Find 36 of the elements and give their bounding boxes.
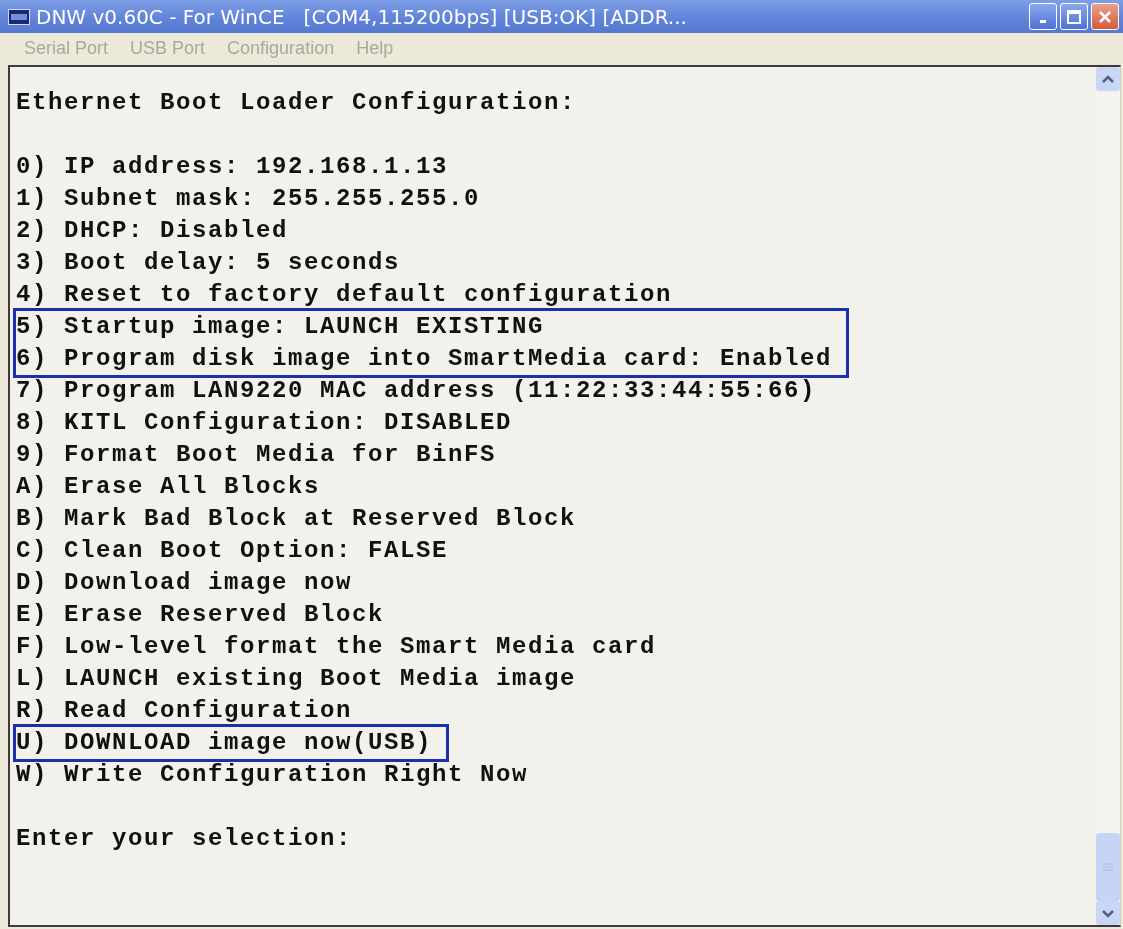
terminal-line: D) Download image now (16, 568, 353, 598)
chevron-up-icon (1101, 74, 1115, 84)
scroll-up-button[interactable] (1096, 67, 1120, 91)
terminal-line: 2) DHCP: Disabled (16, 216, 289, 246)
chevron-down-icon (1101, 908, 1115, 918)
scrollbar[interactable] (1096, 67, 1120, 925)
terminal-line: 4) Reset to factory default configuration (16, 280, 673, 310)
close-icon (1097, 8, 1113, 25)
terminal-line: R) Read Configuration (16, 696, 353, 726)
terminal-line: E) Erase Reserved Block (16, 600, 385, 630)
terminal-line: 7) Program LAN9220 MAC address (11:22:33:44:55:66) (16, 376, 817, 406)
terminal-line: U) DOWNLOAD image now(USB) (16, 728, 433, 758)
minimize-icon (1040, 20, 1046, 23)
scroll-thumb[interactable] (1096, 833, 1120, 901)
terminal-line: 0) IP address: 192.168.1.13 (16, 152, 449, 182)
terminal-line: 1) Subnet mask: 255.255.255.0 (16, 184, 481, 214)
terminal-line: A) Erase All Blocks (16, 472, 321, 502)
close-button[interactable] (1091, 3, 1119, 30)
terminal-line: L) LAUNCH existing Boot Media image (16, 664, 577, 694)
scroll-down-button[interactable] (1096, 901, 1120, 925)
terminal-line: Ethernet Boot Loader Configuration: (16, 88, 578, 118)
minimize-button[interactable] (1029, 3, 1057, 30)
terminal-line: B) Mark Bad Block at Reserved Block (16, 504, 577, 534)
app-icon (8, 8, 30, 25)
maximize-button[interactable] (1060, 3, 1088, 30)
terminal-line: C) Clean Boot Option: FALSE (16, 536, 449, 566)
terminal-line: 3) Boot delay: 5 seconds (16, 248, 401, 278)
terminal-line: 6) Program disk image into SmartMedia card: Enabled (16, 344, 833, 374)
terminal-line: 9) Format Boot Media for BinFS (16, 440, 497, 470)
terminal-line: 5) Startup image: LAUNCH EXISTING (16, 312, 546, 342)
terminal-line: 8) KITL Configuration: DISABLED (16, 408, 513, 438)
maximize-icon (1066, 8, 1082, 25)
terminal-line: F) Low-level format the Smart Media card (16, 632, 657, 662)
window-title: DNW v0.60C - For WinCE [COM4,115200bps] [USB:OK] [ADDR... (36, 4, 688, 29)
terminal-prompt: Enter your selection: (16, 824, 354, 854)
terminal-line: W) Write Configuration Right Now (16, 760, 529, 790)
